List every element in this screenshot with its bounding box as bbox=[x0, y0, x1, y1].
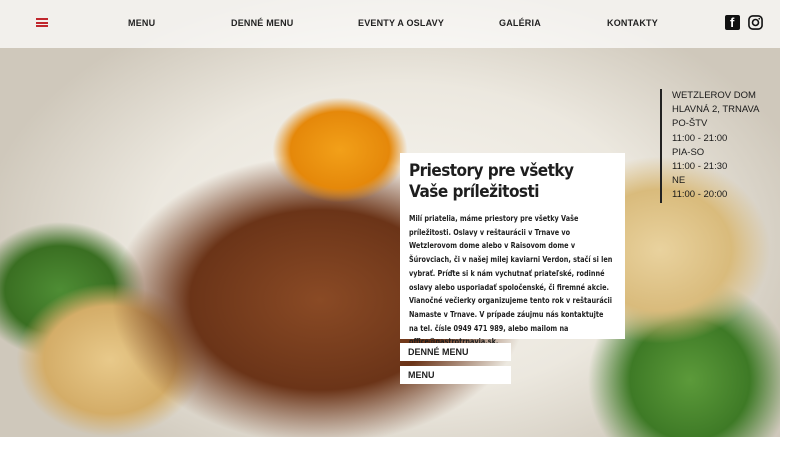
top-navigation: MENU DENNÉ MENU EVENTY A OSLAVY GALÉRIA … bbox=[0, 0, 780, 48]
hours-days-mon-thu: PO-ŠTV bbox=[672, 118, 708, 130]
card-title: Priestory pre všetky Vaše príležitosti bbox=[409, 161, 574, 203]
hours-time-mon-thu: 11:00 - 21:00 bbox=[672, 132, 728, 144]
hours-address-building: WETZLEROV DOM bbox=[672, 90, 756, 101]
daily-menu-button[interactable]: DENNÉ MENU bbox=[400, 343, 511, 361]
nav-item-kontakty[interactable]: KONTAKTY bbox=[607, 18, 658, 28]
events-info-card: Priestory pre všetky Vaše príležitosti M… bbox=[400, 153, 625, 346]
facebook-glyph: f bbox=[730, 15, 735, 30]
hours-address-street: HLAVNÁ 2, TRNAVA bbox=[672, 104, 760, 116]
menu-button[interactable]: MENU bbox=[400, 366, 511, 384]
card-title-line1: Priestory pre všetky bbox=[409, 161, 574, 181]
nav-item-galeria[interactable]: GALÉRIA bbox=[499, 18, 541, 28]
hours-days-fri-sat: PIA-SO bbox=[672, 146, 705, 158]
opening-hours: WETZLEROV DOM HLAVNÁ 2, TRNAVA PO-ŠTV 11… bbox=[660, 89, 780, 203]
facebook-icon[interactable]: f bbox=[725, 15, 740, 30]
hours-time-fri-sat: 11:00 - 21:30 bbox=[672, 161, 728, 173]
instagram-icon[interactable] bbox=[748, 15, 763, 30]
card-description: Milí priatelia, máme priestory pre všetk… bbox=[409, 214, 613, 347]
hamburger-menu-icon[interactable] bbox=[36, 18, 48, 27]
nav-item-menu[interactable]: MENU bbox=[128, 18, 155, 28]
hours-days-sun: NE bbox=[672, 175, 686, 187]
nav-item-eventy-a-oslavy[interactable]: EVENTY A OSLAVY bbox=[358, 18, 444, 28]
card-title-line2: Vaše príležitosti bbox=[409, 182, 540, 202]
hero-food-image: MENU DENNÉ MENU EVENTY A OSLAVY GALÉRIA … bbox=[0, 0, 780, 437]
nav-item-denne-menu[interactable]: DENNÉ MENU bbox=[231, 18, 294, 28]
hours-time-sun: 11:00 - 20:00 bbox=[672, 189, 728, 201]
